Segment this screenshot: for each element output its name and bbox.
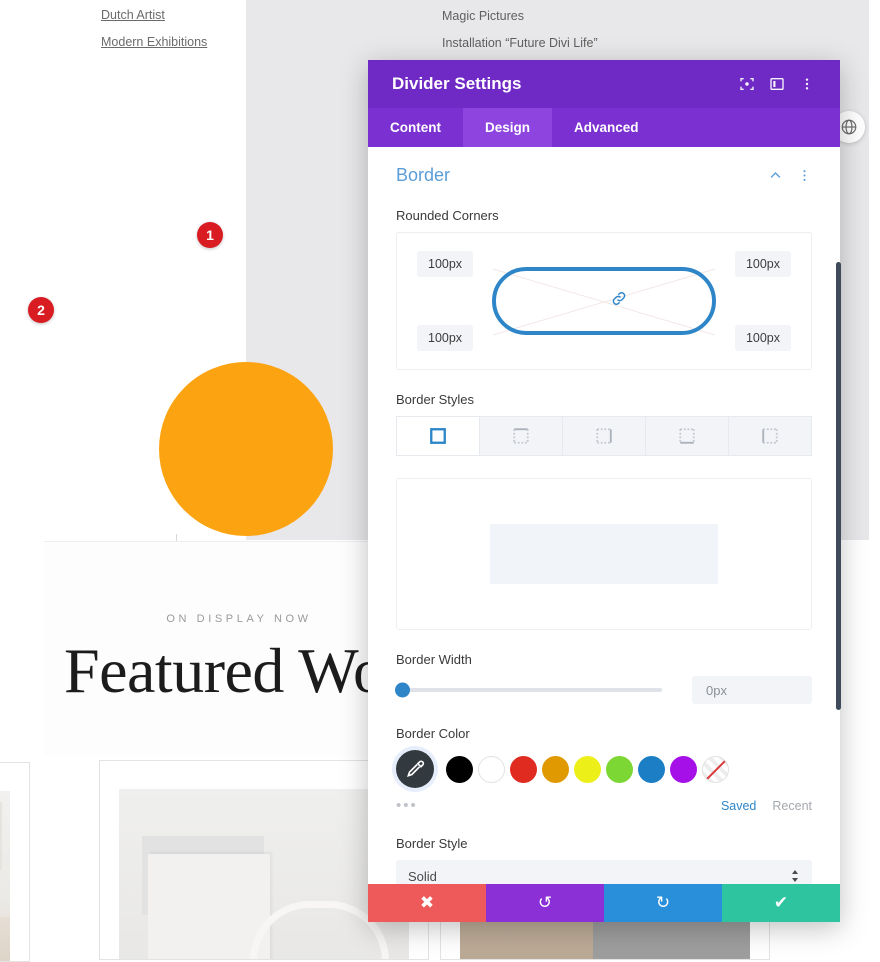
background-right-strip [869, 0, 880, 540]
save-button[interactable]: ✔ [722, 884, 840, 922]
tab-advanced[interactable]: Advanced [552, 108, 661, 147]
swatch-yellow[interactable] [574, 755, 601, 783]
border-color-swatches [396, 750, 812, 788]
select-arrows-icon [792, 870, 798, 882]
modal-title: Divider Settings [392, 74, 522, 93]
border-width-control: 0px [395, 676, 812, 704]
border-styles-label: Border Styles [396, 392, 475, 407]
swatch-white[interactable] [478, 755, 505, 783]
color-meta-row: ••• Saved Recent [396, 797, 812, 814]
border-style-label: Border Style [396, 836, 468, 851]
swatch-purple[interactable] [670, 755, 697, 783]
corner-value-bottom-right[interactable]: 100px [734, 325, 791, 351]
modal-header: Divider Settings [368, 60, 840, 108]
border-bottom-icon [679, 428, 695, 444]
border-section-header: Border [396, 147, 812, 186]
globe-icon [841, 119, 857, 135]
tab-design[interactable]: Design [463, 108, 553, 147]
gallery-image [0, 791, 10, 961]
eyedropper-icon [407, 760, 425, 777]
annotation-badge-2: 2 [28, 297, 54, 323]
border-top-icon [513, 428, 529, 444]
more-vertical-icon [805, 78, 809, 90]
swatch-green[interactable] [606, 755, 633, 783]
panel-layout-icon [770, 78, 784, 90]
border-width-slider[interactable] [395, 682, 662, 698]
rounded-corners-label: Rounded Corners [396, 208, 499, 223]
corner-value-top-right[interactable]: 100px [734, 251, 791, 277]
modal-footer: ✖ ↺ ↻ ✔ [368, 884, 840, 922]
divider-settings-modal: Divider Settings Content Design Advanced… [368, 60, 840, 922]
background-link-dutch-artist[interactable]: Dutch Artist [101, 2, 207, 29]
border-style-bottom-button[interactable] [645, 416, 729, 456]
gallery-image [119, 789, 409, 959]
border-style-value: Solid [408, 868, 437, 884]
background-link-list: Dutch Artist Modern Exhibitions [101, 2, 207, 56]
section-more-icon-button[interactable] [797, 168, 812, 183]
background-caption-installation: Installation “Future Divi Life” [442, 36, 598, 50]
swatch-transparent[interactable] [702, 755, 729, 783]
panel-layout-icon-button[interactable] [762, 69, 792, 99]
border-style-right-button[interactable] [562, 416, 646, 456]
hero-section: ON DISPLAY NOW Featured Wo [44, 541, 424, 756]
focus-target-icon [740, 78, 754, 90]
focus-target-icon-button[interactable] [732, 69, 762, 99]
border-width-label: Border Width [396, 652, 472, 667]
background-link-modern-exhibitions[interactable]: Modern Exhibitions [101, 29, 207, 56]
modal-scrollbar[interactable] [836, 262, 841, 710]
border-preview-shape [490, 524, 718, 584]
border-right-icon [596, 428, 612, 444]
border-style-left-button[interactable] [728, 416, 812, 456]
corner-value-top-left[interactable]: 100px [417, 251, 474, 277]
tab-content[interactable]: Content [368, 108, 463, 147]
corner-preview-shape [492, 267, 716, 335]
border-style-select[interactable]: Solid [396, 860, 812, 884]
more-colors-button[interactable]: ••• [396, 797, 721, 814]
border-preview-box [396, 478, 812, 630]
modal-tabs: Content Design Advanced [368, 108, 840, 147]
border-styles-group [396, 416, 812, 456]
chevron-up-icon-button[interactable] [768, 168, 783, 183]
background-caption-list: Magic Pictures Installation “Future Divi… [442, 3, 598, 57]
modal-body: Border Rounded Corners 100px 100px 100px… [368, 147, 840, 884]
gallery-card[interactable] [0, 762, 30, 962]
border-width-value[interactable]: 0px [692, 676, 812, 704]
saved-colors-link[interactable]: Saved [721, 799, 756, 813]
swatch-black[interactable] [446, 755, 473, 783]
swatch-blue[interactable] [638, 755, 665, 783]
undo-button[interactable]: ↺ [486, 884, 604, 922]
border-left-icon [762, 428, 778, 444]
border-style-top-button[interactable] [479, 416, 563, 456]
more-vertical-icon [803, 170, 806, 181]
border-color-label: Border Color [396, 726, 470, 741]
link-icon [612, 292, 626, 305]
background-caption-magic-pictures: Magic Pictures [442, 9, 524, 23]
swatch-red[interactable] [510, 755, 537, 783]
annotation-badge-1: 1 [197, 222, 223, 248]
rounded-corners-control[interactable]: 100px 100px 100px 100px [396, 232, 812, 370]
border-style-all-sides-button[interactable] [396, 416, 480, 456]
border-all-sides-icon [430, 428, 446, 444]
color-picker-button[interactable] [396, 750, 434, 788]
corner-value-bottom-left[interactable]: 100px [417, 325, 474, 351]
chevron-up-icon [770, 172, 781, 178]
orange-circle-decoration [159, 362, 333, 536]
swatch-orange[interactable] [542, 755, 569, 783]
recent-colors-link[interactable]: Recent [772, 799, 812, 813]
slider-thumb[interactable] [395, 682, 410, 698]
link-corners-icon-button[interactable] [610, 290, 628, 313]
redo-button[interactable]: ↻ [604, 884, 722, 922]
more-vertical-icon-button[interactable] [792, 69, 822, 99]
cancel-button[interactable]: ✖ [368, 884, 486, 922]
hero-title: Featured Wo [64, 635, 385, 706]
section-title-border: Border [396, 165, 451, 185]
